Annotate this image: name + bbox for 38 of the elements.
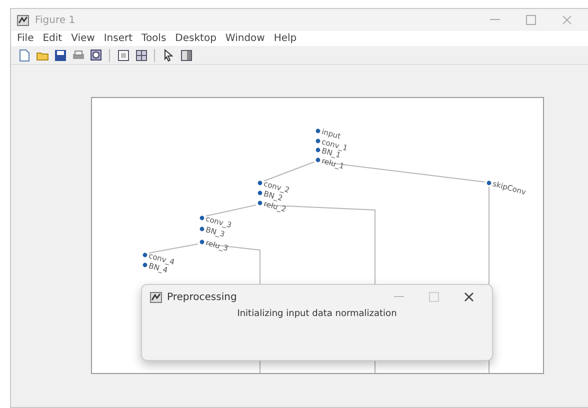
new-file-icon[interactable] bbox=[17, 48, 31, 62]
node-dot bbox=[258, 180, 262, 186]
node-dot bbox=[142, 252, 148, 258]
dialog-title: Preprocessing bbox=[167, 292, 238, 302]
menu-item[interactable]: Insert bbox=[104, 33, 133, 44]
menu-item[interactable]: View bbox=[71, 33, 95, 44]
menu-item[interactable]: Tools bbox=[142, 33, 166, 44]
graph-edge bbox=[264, 162, 314, 182]
figure-icon bbox=[17, 14, 29, 26]
window-title: Figure 1 bbox=[35, 14, 76, 26]
status-message: Initializing input data normalization bbox=[236, 309, 398, 319]
menu-item[interactable]: File bbox=[17, 33, 34, 44]
graph-edge bbox=[148, 244, 198, 254]
menu-item[interactable]: Help bbox=[274, 33, 297, 44]
node-dot bbox=[142, 262, 148, 268]
menu-item[interactable]: Desktop bbox=[175, 33, 216, 44]
node-dot bbox=[200, 240, 204, 244]
node-dot bbox=[316, 138, 320, 144]
node-dot bbox=[486, 180, 492, 186]
node-dot bbox=[200, 216, 204, 220]
node-dot bbox=[316, 158, 320, 162]
menu-item[interactable]: Window bbox=[225, 33, 265, 44]
figure-icon bbox=[150, 292, 162, 302]
save-icon[interactable] bbox=[53, 48, 67, 62]
node-dot bbox=[200, 226, 204, 232]
node-dot bbox=[258, 200, 262, 206]
maximize-icon[interactable] bbox=[526, 15, 536, 25]
grid-icon[interactable] bbox=[134, 48, 148, 62]
minimize-icon[interactable] bbox=[490, 19, 500, 21]
node-dot bbox=[316, 128, 320, 134]
node-dot bbox=[316, 148, 320, 152]
zoom-icon[interactable] bbox=[89, 48, 103, 62]
node-dot bbox=[258, 190, 262, 196]
close-icon[interactable] bbox=[464, 292, 474, 302]
menu-item[interactable]: Edit bbox=[42, 33, 62, 44]
graph-edge bbox=[206, 204, 256, 216]
frame-icon[interactable] bbox=[116, 48, 130, 62]
panel-icon[interactable] bbox=[179, 48, 193, 62]
